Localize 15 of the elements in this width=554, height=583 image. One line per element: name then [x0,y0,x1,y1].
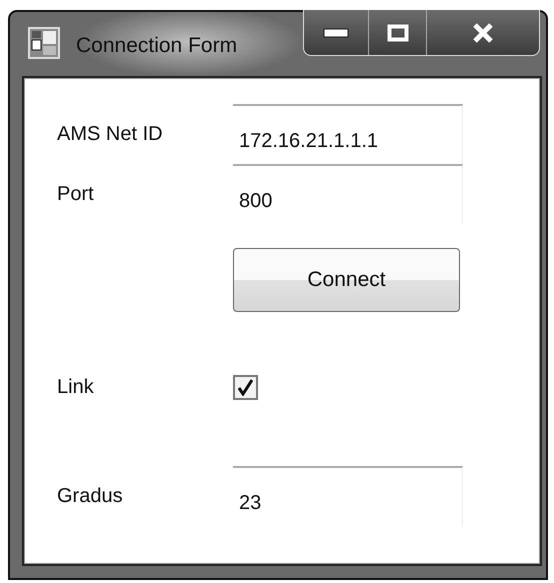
field-label: Port [56,182,95,206]
checkbox[interactable] [233,375,258,400]
minimize-icon [323,28,349,38]
checkbox-label: Link [56,376,95,399]
input-field[interactable]: 172.16.21.1.1.1 [233,104,463,164]
field-label: AMS Net ID [56,122,164,146]
checkmark-icon [238,379,253,396]
field-label: Gradus [56,484,124,508]
close-icon [472,22,494,42]
window-title: Connection Form [76,34,238,58]
input-field[interactable]: 800 [233,164,463,224]
input-field[interactable]: 23 [233,466,463,526]
connect-button[interactable]: Connect [233,248,460,312]
maximize-icon [386,24,408,42]
app-icon [28,27,60,59]
